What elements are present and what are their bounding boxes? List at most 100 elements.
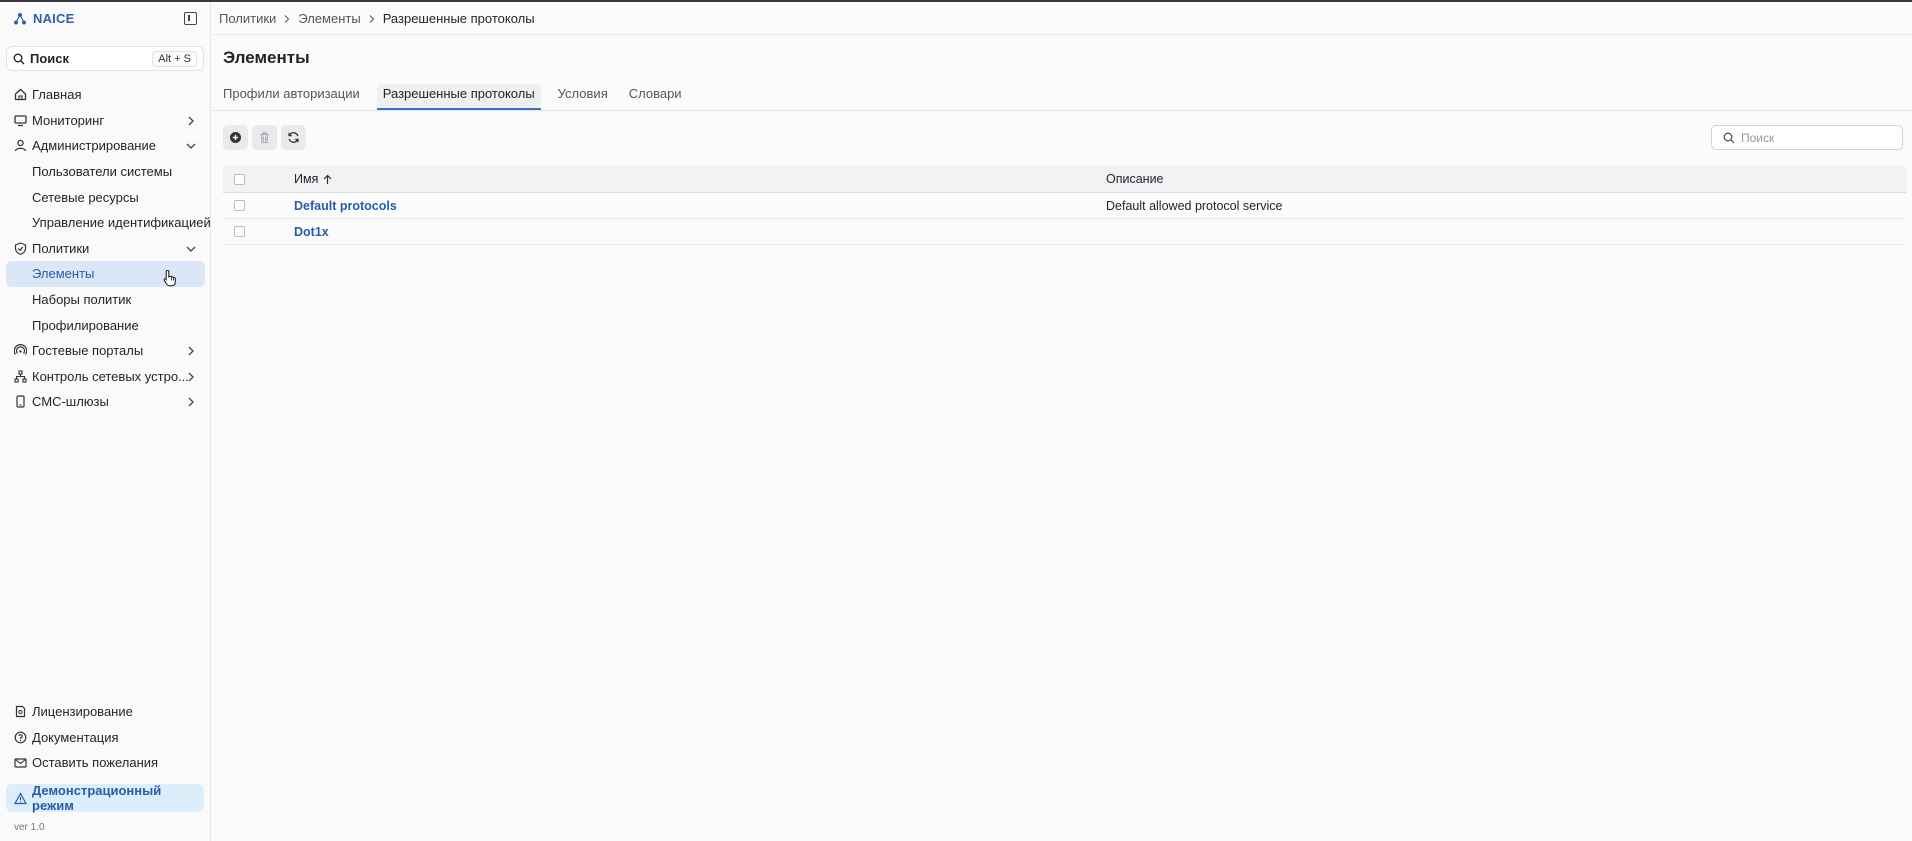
column-header-description[interactable]: Описание (1106, 172, 1906, 186)
table-row[interactable]: Dot1x (223, 219, 1906, 245)
sidebar-item-label: Наборы политик (32, 292, 132, 308)
column-header-name[interactable]: Имя (294, 172, 1106, 186)
chevron-down-icon (186, 246, 196, 252)
shield-icon (13, 241, 27, 255)
help-icon (13, 730, 27, 744)
sidebar-search[interactable]: Поиск Alt + S (6, 46, 204, 71)
table-search-input[interactable]: Поиск (1711, 125, 1903, 150)
sidebar-item-label: Лицензирование (32, 704, 133, 720)
warning-icon (14, 791, 27, 805)
network-icon (13, 369, 27, 383)
brand[interactable]: NAICE (13, 11, 74, 26)
search-icon (1723, 132, 1735, 143)
search-shortcut: Alt + S (152, 50, 197, 67)
column-header-name-label: Имя (294, 172, 319, 186)
wifi-icon (13, 344, 27, 358)
monitor-icon (13, 113, 27, 127)
app-name: NAICE (33, 11, 75, 26)
row-name-link[interactable]: Dot1x (294, 225, 329, 239)
row-name-cell: Dot1x (294, 225, 1106, 239)
chevron-right-icon (284, 14, 290, 23)
breadcrumb-item-policies[interactable]: Политики (219, 11, 276, 26)
home-icon (13, 88, 27, 102)
sidebar-item-feedback[interactable]: Оставить пожелания (0, 750, 211, 776)
sidebar-item-profiling[interactable]: Профилирование (0, 312, 211, 338)
app-version: ver 1.0 (14, 822, 45, 833)
sidebar-item-policy-sets[interactable]: Наборы политик (0, 287, 211, 313)
tabs-divider (212, 110, 1912, 111)
sidebar-search-label: Поиск (30, 51, 70, 66)
tab-dictionaries[interactable]: Словари (625, 84, 686, 104)
sidebar-bottom-nav: Лицензирование Документация Оставить пож… (0, 699, 211, 776)
table-header: Имя Описание (223, 166, 1906, 193)
row-description: Default allowed protocol service (1106, 198, 1283, 213)
row-checkbox[interactable] (234, 226, 245, 237)
sidebar-item-documentation[interactable]: Документация (0, 725, 211, 751)
tabs: Профили авторизации Разрешенные протокол… (223, 84, 699, 110)
row-select-cell (223, 226, 294, 237)
header-divider (212, 34, 1912, 35)
sidebar-item-label: Контроль сетевых устро... (32, 368, 189, 384)
breadcrumb: Политики Элементы Разрешенные протоколы (219, 11, 535, 26)
user-icon (13, 139, 27, 153)
sidebar-item-network-resources[interactable]: Сетевые ресурсы (0, 184, 211, 210)
sidebar-item-network-device-control[interactable]: Контроль сетевых устро... (0, 364, 211, 390)
table-row[interactable]: Default protocols Default allowed protoc… (223, 193, 1906, 219)
sidebar-collapse-icon[interactable] (184, 12, 197, 25)
sidebar-item-home[interactable]: Главная (0, 82, 211, 108)
row-checkbox[interactable] (234, 200, 245, 211)
row-name-link[interactable]: Default protocols (294, 199, 397, 213)
table-search-placeholder: Поиск (1741, 130, 1775, 145)
sidebar: NAICE Поиск Alt + S Главная Мониторинг А… (0, 2, 211, 841)
chevron-right-icon (188, 372, 194, 381)
chevron-right-icon (369, 14, 375, 23)
tab-conditions[interactable]: Условия (554, 84, 612, 104)
demo-mode-label: Демонстрационный режим (32, 783, 162, 813)
sort-asc-icon (323, 174, 332, 184)
sidebar-nav: Главная Мониторинг Администрирование Пол… (0, 82, 211, 415)
chevron-right-icon (188, 346, 194, 356)
sidebar-item-label: Главная (32, 87, 82, 103)
chevron-right-icon (188, 116, 194, 126)
page-title: Элементы (223, 48, 310, 67)
sidebar-item-label: Политики (32, 240, 90, 256)
hand-cursor-icon (163, 269, 176, 287)
sidebar-item-sms-gateways[interactable]: СМС-шлюзы (0, 389, 211, 415)
tab-authorization-profiles[interactable]: Профили авторизации (223, 84, 364, 104)
sidebar-item-label: Администрирование (32, 138, 156, 154)
sidebar-item-label: Оставить пожелания (32, 755, 159, 771)
sidebar-item-label: Управление идентификацией (32, 215, 211, 231)
sidebar-item-policies[interactable]: Политики (0, 236, 211, 262)
sidebar-item-label: Мониторинг (32, 112, 105, 128)
sidebar-item-label: Документация (32, 729, 119, 745)
sidebar-item-monitoring[interactable]: Мониторинг (0, 108, 211, 134)
sidebar-item-label: Профилирование (32, 317, 139, 333)
select-all-cell (223, 173, 294, 185)
select-all-checkbox[interactable] (234, 173, 245, 185)
protocols-table: Имя Описание Default protocols Default a… (223, 166, 1906, 245)
refresh-icon (288, 132, 299, 143)
sidebar-item-label: Элементы (32, 266, 95, 282)
main-content: Политики Элементы Разрешенные протоколы … (212, 2, 1912, 841)
sidebar-item-label: СМС-шлюзы (32, 394, 109, 410)
chevron-right-icon (188, 397, 194, 407)
row-name-cell: Default protocols (294, 199, 1106, 213)
table-toolbar (223, 125, 306, 150)
plus-circle-icon (230, 132, 241, 143)
phone-icon (13, 395, 27, 409)
sidebar-item-administration[interactable]: Администрирование (0, 133, 211, 159)
sidebar-item-label: Пользователи системы (32, 164, 173, 180)
sidebar-item-identity-management[interactable]: Управление идентификацией (0, 210, 211, 236)
sidebar-item-label: Сетевые ресурсы (32, 189, 139, 205)
add-button[interactable] (223, 125, 248, 150)
refresh-button[interactable] (281, 125, 306, 150)
search-icon (13, 53, 25, 64)
sidebar-item-system-users[interactable]: Пользователи системы (0, 159, 211, 185)
tab-allowed-protocols[interactable]: Разрешенные протоколы (376, 84, 541, 110)
row-select-cell (223, 200, 294, 211)
delete-button[interactable] (252, 125, 277, 150)
demo-mode-banner[interactable]: Демонстрационный режим (6, 783, 204, 813)
sidebar-item-licensing[interactable]: Лицензирование (0, 699, 211, 725)
breadcrumb-item-elements[interactable]: Элементы (298, 11, 360, 26)
sidebar-item-guest-portals[interactable]: Гостевые порталы (0, 338, 211, 364)
